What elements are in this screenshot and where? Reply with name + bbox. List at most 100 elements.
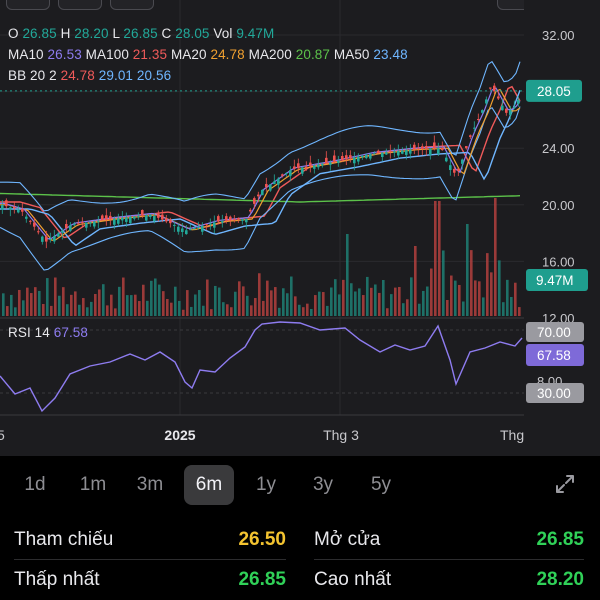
candle-body [361,155,364,158]
candle-body [425,146,428,149]
volume-bar [218,287,221,316]
rsi-upper-tag: 70.00 [537,325,571,340]
candle-body [205,223,208,225]
ohlc-value-o: 26.85 [22,26,61,41]
tab-5y[interactable]: 5y [356,465,406,505]
candle-body [241,219,244,221]
candle-body [221,221,224,223]
volume-bar [42,304,45,316]
volume-bar [446,299,449,316]
volume-bar [262,300,265,316]
candle-body [297,163,300,169]
ma100-line [0,85,521,239]
volume-bar [258,273,261,316]
volume-bar [270,290,273,316]
volume-bar [22,300,25,316]
stat-value: 26.50 [238,529,286,550]
volume-bar [122,277,125,316]
volume-bar [158,284,161,316]
candle-body [329,162,332,165]
volume-bar [282,288,285,316]
volume-bar [26,287,29,316]
candle-body [81,221,84,224]
tab-1m[interactable]: 1m [68,465,118,505]
volume-bar [266,280,269,316]
candle-body [41,236,44,242]
candle-body [185,230,188,235]
candle-body [421,146,424,150]
expand-arrows-icon[interactable] [553,472,577,496]
ohlc-legend: O 26.85 H 28.20 L 26.85 C 28.05 Vol 9.47… [8,26,274,41]
volume-bar [170,302,173,316]
candle-body [249,209,252,212]
volume-bar [226,304,229,316]
tab-1d[interactable]: 1d [10,465,60,505]
candle-body [149,214,152,217]
volume-bar [246,295,249,316]
volume-bar [414,246,417,316]
volume-bar [222,302,225,316]
volume-bar [358,288,361,316]
candle-body [101,215,104,221]
last-price-tag: 28.05 [537,84,571,99]
tab-3y[interactable]: 3y [298,465,348,505]
volume-bar [394,287,397,316]
volume-bar [118,286,121,316]
bollinger-lower-line [0,106,521,271]
volume-bar [426,286,429,316]
time-axis-label: Thg [500,427,524,443]
volume-bar [294,296,297,316]
candle-body [373,153,376,155]
candle-body [217,216,220,222]
volume-bar [230,307,233,316]
volume-bar [70,294,73,316]
volume-bar [290,276,293,316]
volume-bar [154,278,157,316]
stock-chart-panel[interactable]: 32.0028.0024.0020.0016.0012.0028.059.47M… [0,0,600,456]
volume-bar [66,304,69,316]
volume-bar [242,286,245,316]
volume-bar [382,279,385,316]
candle-body [213,222,216,228]
rsi-label: RSI 14 [8,325,50,340]
volume-bar [58,295,61,316]
ohlc-value-h: 28.20 [74,26,113,41]
candle-body [153,216,156,222]
ohlc-key-vol: Vol [213,26,237,41]
candle-body [501,105,504,111]
candle-body [165,218,168,222]
volume-bar [90,301,93,316]
tab-6m[interactable]: 6m [184,465,234,505]
volume-bar [366,276,369,316]
volume-bar [110,294,113,316]
ma-value-ma20: 24.78 [210,47,249,62]
candle-body [509,109,512,115]
volume-bar [314,295,317,316]
candle-body [85,222,88,228]
candle-body [305,166,308,168]
volume-bar [406,299,409,316]
volume-bar [182,309,185,316]
tab-3m[interactable]: 3m [125,465,175,505]
volume-bar [434,201,437,316]
volume-bar [486,253,489,316]
candle-body [477,118,480,120]
volume-bar [274,287,277,316]
candle-body [193,228,196,230]
volume-bar [206,279,209,316]
candle-body [285,172,288,174]
bollinger-legend: BB 20 2 24.78 29.01 20.56 [8,68,171,83]
candle-body [309,162,312,167]
volume-bar [342,279,345,316]
tab-1y[interactable]: 1y [241,465,291,505]
candle-body [9,207,12,210]
volume-bar [478,281,481,316]
volume-bar [398,286,401,316]
candle-body [385,152,388,155]
volume-bar [178,300,181,316]
candle-body [261,189,264,196]
price-tick-label: 20.00 [542,198,575,213]
ohlc-key-c: C [161,26,176,41]
ohlc-value-vol: 9.47M [236,26,275,41]
stat-label: Cao nhất [314,569,392,590]
